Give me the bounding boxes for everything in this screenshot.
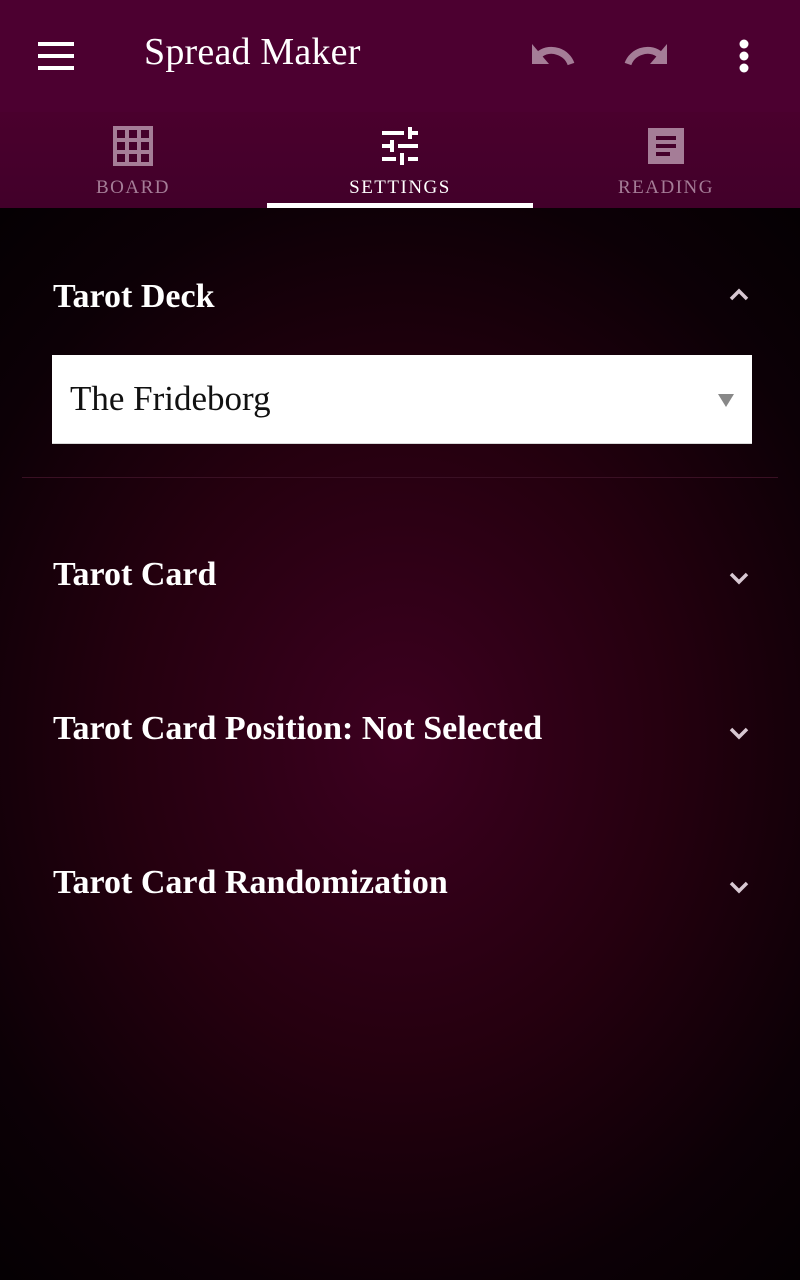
tab-settings[interactable]: SETTINGS [267,112,533,208]
tarot-deck-select-value: The Frideborg [70,379,271,418]
more-vert-icon [739,39,749,73]
document-icon [648,128,684,164]
tab-board-label: BOARD [95,177,170,198]
tab-reading-label: READING [618,177,714,198]
chevron-down-icon[interactable] [728,880,750,894]
tune-sliders-icon [382,127,418,165]
dropdown-arrow-icon [718,394,734,407]
app-bar [0,0,800,112]
section-tarot-card-randomization-header[interactable]: Tarot Card Randomization [53,864,448,902]
tarot-deck-select[interactable]: The Frideborg [52,355,752,444]
hamburger-line [38,54,74,58]
section-tarot-deck-header[interactable]: Tarot Deck [53,278,215,316]
tab-reading[interactable]: READING [533,112,799,208]
undo-icon [532,44,575,66]
undo-button[interactable] [527,30,577,80]
more-options-button[interactable] [720,30,770,80]
tab-board[interactable]: BOARD [0,112,266,208]
active-tab-indicator [267,203,533,208]
hamburger-line [38,66,74,70]
chevron-down-icon[interactable] [728,571,750,585]
menu-button[interactable] [38,42,74,70]
grid-icon [113,126,153,166]
section-tarot-card-header[interactable]: Tarot Card [53,556,216,594]
app-title: Spread Maker [144,31,361,73]
chevron-up-icon[interactable] [728,288,750,302]
hamburger-menu-icon [38,42,74,46]
redo-button[interactable] [622,30,672,80]
redo-icon [624,44,667,66]
tab-settings-label: SETTINGS [349,177,451,198]
section-divider [22,477,778,478]
chevron-down-icon[interactable] [728,726,750,740]
section-tarot-card-position-header[interactable]: Tarot Card Position: Not Selected [53,710,542,748]
